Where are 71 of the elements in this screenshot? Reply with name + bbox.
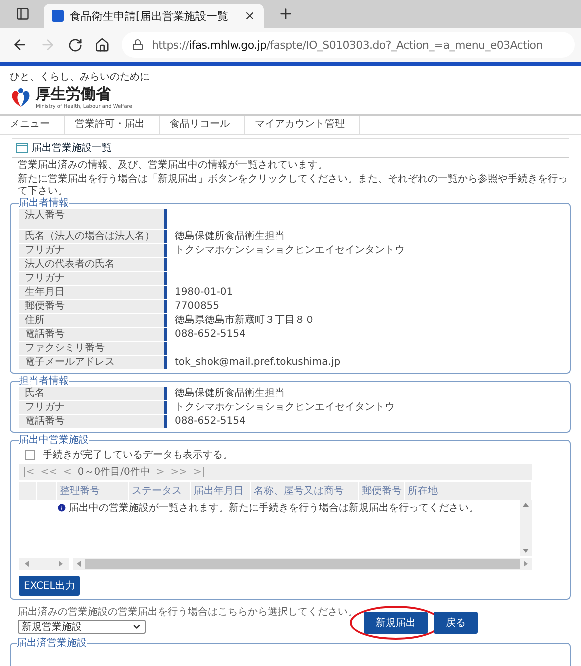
field-label: フリガナ — [19, 272, 167, 285]
field-value: 徳島県徳島市新蔵町３丁目８０ — [174, 314, 316, 327]
field-label: フリガナ — [19, 244, 167, 257]
pager-status: 0～0件目/0件中 — [78, 466, 150, 479]
info-icon — [57, 503, 67, 513]
field-value: トクシマホケンショショクヒンエイセインタントウ — [174, 244, 406, 257]
back-icon[interactable] — [12, 37, 28, 53]
action-button[interactable]: 新規届出 — [364, 612, 428, 634]
browser-tab[interactable]: 食品衛生申請[届出営業施設一覧 — [44, 4, 264, 28]
field-label: 電子メールアドレス — [19, 356, 167, 369]
intro-text: 営業届出済みの情報、及び、営業届出中の情報が一覧されています。 — [18, 160, 329, 172]
field-label: 生年月日 — [19, 286, 167, 299]
section-legend: 届出者情報 — [19, 198, 69, 209]
lock-icon — [132, 39, 144, 51]
window-list-icon — [16, 143, 28, 153]
column-header: 所在地 — [405, 482, 532, 500]
action-button[interactable]: 戻る — [434, 612, 478, 634]
field-label: 氏名 — [19, 387, 167, 400]
url-text: https://ifas.mhlw.go.jp/faspte/IO_S010303.do?_Action_=a_menu_e03Action — [152, 38, 543, 52]
field-label: 郵便番号 — [19, 300, 167, 313]
field-label: 法人番号 — [19, 209, 167, 229]
nav-link[interactable]: マイアカウント管理 — [245, 116, 360, 134]
chevron-down-icon — [132, 622, 142, 632]
column-header: 整理番号 — [57, 482, 129, 500]
address-bar[interactable]: https://ifas.mhlw.go.jp/faspte/IO_S010303.do?_Action_=a_menu_e03Action — [122, 32, 575, 58]
horizontal-scrollbar[interactable] — [73, 558, 532, 570]
field-label: 電話番号 — [19, 328, 167, 341]
tab-actions-icon[interactable] — [16, 7, 30, 21]
field-value: 1980-01-01 — [174, 286, 234, 299]
section-legend: 届出中営業施設 — [19, 435, 89, 446]
checkbox-label: 手続きが完了しているデータも表示する。 — [43, 448, 233, 462]
field-value: tok_shok@mail.pref.tokushima.jp — [174, 356, 342, 369]
field-value: 088-652-5154 — [174, 328, 247, 341]
field-label: 住所 — [19, 314, 167, 327]
ministry-logo-icon — [10, 86, 32, 108]
tab-title: 食品衛生申請[届出営業施設一覧 — [70, 8, 230, 24]
nav-link[interactable]: 食品リコール — [160, 116, 245, 134]
intro-text: 新たに営業届出を行う場合は「新規届出」ボタンをクリックしてください。また、それぞれの一覧から参照や手続きを行って下さい。 — [18, 174, 569, 198]
hint-text: 届出済みの営業施設の営業届出を行う場合はこちらから選択してください。 — [18, 606, 358, 619]
field-value: 7700855 — [174, 300, 221, 313]
field-value: 徳島保健所食品衛生担当 — [174, 387, 286, 400]
field-label: フリガナ — [19, 401, 167, 414]
section-legend: 担当者情報 — [19, 376, 69, 387]
checkbox[interactable] — [25, 450, 35, 460]
nav-link[interactable]: メニュー — [0, 116, 65, 134]
field-label: 氏名（法人の場合は法人名） — [19, 230, 167, 243]
excel-export-button[interactable]: EXCEL出力 — [19, 576, 80, 596]
page-title: 届出営業施設一覧 — [32, 142, 112, 155]
column-header: 届出年月日 — [191, 482, 251, 500]
field-value: 徳島保健所食品衛生担当 — [174, 230, 286, 243]
reload-icon[interactable] — [68, 38, 83, 52]
section-legend: 届出済営業施設 — [17, 638, 87, 649]
field-label: 法人の代表者の氏名 — [19, 258, 167, 271]
column-header: 名称、屋号又は商号 — [251, 482, 359, 500]
vertical-scrollbar[interactable] — [520, 500, 532, 556]
frozen-scrollbar[interactable] — [19, 558, 69, 570]
new-tab-icon[interactable] — [278, 6, 294, 22]
nav-link[interactable]: 営業許可・届出 — [65, 116, 160, 134]
tagline: ひと、くらし、みらいのために — [10, 71, 150, 84]
facility-select[interactable]: 新規営業施設 — [18, 620, 146, 634]
field-label: 電話番号 — [19, 415, 167, 428]
column-header: ステータス — [129, 482, 191, 500]
empty-message: 届出中の営業施設が一覧されます。新たに手続きを行う場合は新規届出を行ってください。 — [69, 503, 479, 515]
field-label: ファクシミリ番号 — [19, 342, 167, 355]
field-value: トクシマホケンショショクヒンエイセイタントウ — [174, 401, 396, 414]
column-header: 郵便番号 — [359, 482, 405, 500]
field-value: 088-652-5154 — [174, 415, 247, 428]
home-icon[interactable] — [95, 38, 110, 52]
close-icon[interactable] — [244, 10, 256, 22]
ministry-name: 厚生労働省 — [36, 85, 112, 104]
favicon-icon — [52, 10, 64, 22]
